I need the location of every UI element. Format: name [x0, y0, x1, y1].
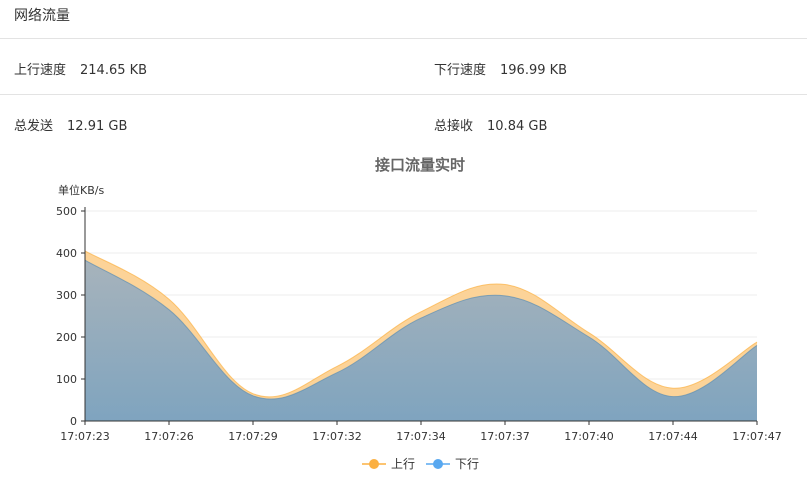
legend-item-1[interactable]: 下行 — [426, 457, 479, 471]
chart-title: 接口流量实时 — [375, 156, 465, 174]
x-tick-label-4: 17:07:34 — [396, 430, 445, 443]
legend[interactable]: 上行 下行 — [362, 457, 479, 471]
x-tick-label-5: 17:07:37 — [480, 430, 529, 443]
x-tick-label-0: 17:07:23 — [60, 430, 109, 443]
y-tick-label-0: 0 — [70, 415, 77, 428]
x-tick-label-8: 17:07:47 — [732, 430, 781, 443]
legend-marker-1 — [433, 459, 443, 469]
legend-label-0: 上行 — [391, 457, 415, 471]
y-tick-label-200: 200 — [56, 331, 77, 344]
x-tick-label-7: 17:07:44 — [648, 430, 697, 443]
x-tick-label-3: 17:07:32 — [312, 430, 361, 443]
y-tick-label-300: 300 — [56, 289, 77, 302]
legend-item-0[interactable]: 上行 — [362, 457, 415, 471]
series-area-1 — [85, 260, 757, 421]
traffic-chart: 接口流量实时 单位KB/s 0 100 200 300 400 500 17:07:23 17… — [56, 156, 782, 471]
y-tick-label-100: 100 — [56, 373, 77, 386]
y-axis-unit-label: 单位KB/s — [58, 183, 104, 197]
y-tick-label-400: 400 — [56, 247, 77, 260]
x-tick-label-6: 17:07:40 — [564, 430, 613, 443]
y-tick-label-500: 500 — [56, 205, 77, 218]
x-tick-label-2: 17:07:29 — [228, 430, 277, 443]
x-tick-label-1: 17:07:26 — [144, 430, 193, 443]
series-areas — [84, 250, 758, 421]
legend-label-1: 下行 — [455, 457, 479, 471]
legend-marker-0 — [369, 459, 379, 469]
